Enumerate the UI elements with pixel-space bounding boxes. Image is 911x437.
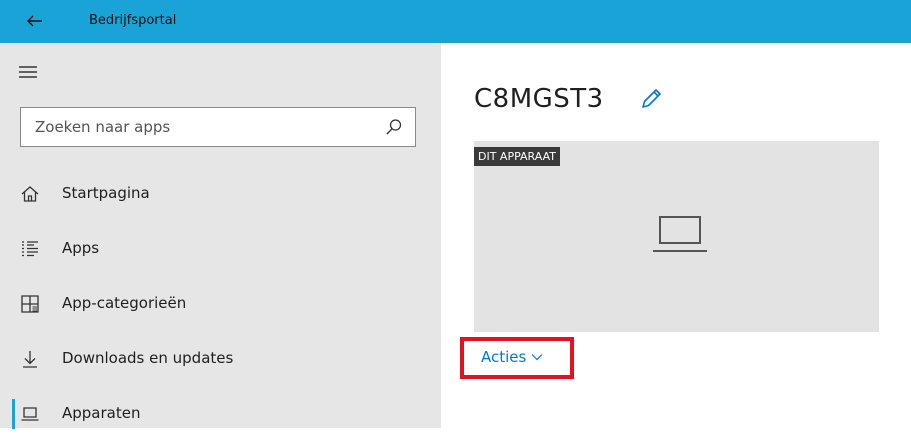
sidebar-item-label: Apparaten — [62, 404, 141, 422]
hamburger-menu-button[interactable] — [18, 65, 40, 83]
back-arrow-icon — [27, 15, 42, 27]
actions-label: Acties — [481, 348, 527, 366]
sidebar-item-label: App-categorieën — [62, 294, 187, 312]
sidebar-item-apparaten[interactable]: Apparaten — [0, 391, 441, 437]
download-icon — [23, 351, 37, 368]
selection-indicator — [12, 399, 15, 429]
sidebar-item-startpagina[interactable]: Startpagina — [0, 171, 441, 217]
search-box — [20, 107, 416, 147]
back-button[interactable] — [22, 9, 48, 33]
sidebar-item-label: Apps — [62, 239, 100, 257]
search-input[interactable] — [35, 108, 375, 146]
sidebar: Startpagina Apps App-categorieën Downloa… — [0, 43, 441, 429]
hamburger-icon — [19, 66, 37, 78]
title-bar: Bedrijfsportal — [0, 0, 911, 43]
actions-dropdown-button[interactable]: Acties — [481, 348, 543, 366]
chevron-down-icon — [531, 354, 543, 361]
sidebar-item-app-categorieen[interactable]: App-categorieën — [0, 281, 441, 327]
app-title: Bedrijfsportal — [89, 13, 177, 28]
device-tile[interactable]: DIT APPARAAT — [474, 141, 879, 332]
apps-list-icon — [22, 241, 38, 257]
laptop-icon — [653, 216, 707, 252]
search-icon[interactable] — [385, 118, 403, 136]
sidebar-item-label: Startpagina — [62, 184, 150, 202]
sidebar-item-downloads[interactable]: Downloads en updates — [0, 336, 441, 382]
devices-icon — [21, 407, 39, 421]
home-icon — [21, 186, 39, 202]
this-device-badge: DIT APPARAAT — [474, 147, 560, 166]
categories-icon — [21, 295, 39, 313]
sidebar-item-label: Downloads en updates — [62, 349, 234, 367]
device-name: C8MGST3 — [474, 84, 604, 114]
edit-pencil-icon[interactable] — [638, 86, 664, 112]
sidebar-item-apps[interactable]: Apps — [0, 226, 441, 272]
